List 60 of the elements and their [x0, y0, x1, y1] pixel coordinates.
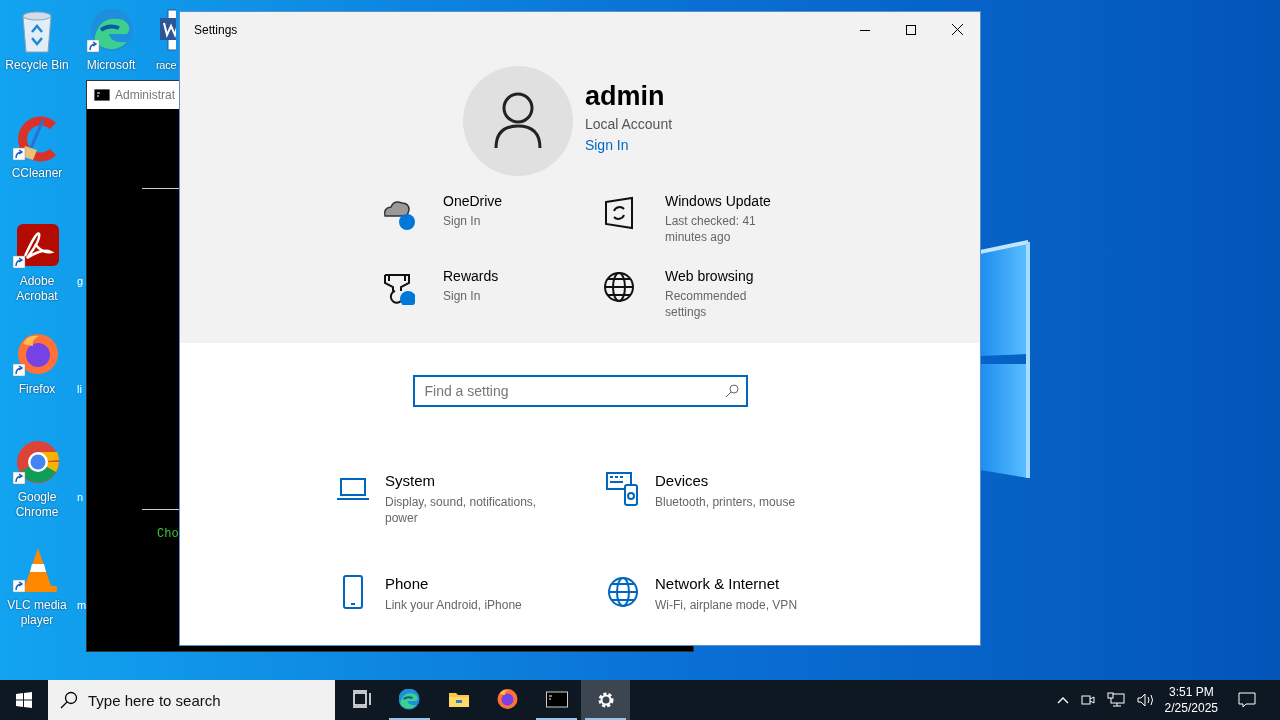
camera-icon[interactable] — [1080, 692, 1095, 708]
windows-logo-icon — [16, 692, 32, 708]
keyboard-speaker-icon — [605, 471, 641, 507]
search-icon — [60, 691, 78, 709]
tile-title[interactable]: Rewards — [443, 267, 561, 285]
tile-subtitle: Recommended settings — [665, 288, 748, 320]
window-title: Administrat — [115, 88, 176, 102]
search-field[interactable]: Find a setting — [412, 375, 748, 407]
clock-time[interactable]: 3:51 PM — [1168, 684, 1214, 700]
icon-label[interactable]: race — [156, 58, 177, 73]
tile-subtitle: Last checked: 41 minutes ago — [665, 213, 757, 245]
console-icon — [94, 89, 110, 101]
icon-label[interactable]: m — [77, 598, 87, 613]
tile-subtitle: Sign In — [443, 288, 482, 304]
window-title: Settings — [194, 22, 238, 37]
avatar-icon — [462, 66, 573, 176]
icon-label[interactable]: li — [77, 382, 87, 397]
speaker-icon[interactable] — [1136, 692, 1155, 708]
account-type: Local Account — [584, 115, 673, 134]
user-name: admin — [584, 80, 666, 112]
search-field[interactable]: Type here to search — [48, 680, 335, 720]
category-description: Display, sound, notifications, power — [385, 494, 538, 526]
notification-icon[interactable] — [1238, 692, 1256, 708]
search-icon — [724, 384, 739, 398]
category-description: Bluetooth, printers, mouse — [655, 494, 797, 510]
clock-date[interactable]: 2/25/2025 — [1164, 700, 1218, 716]
icon-label[interactable]: CCleaner — [11, 166, 63, 181]
taskbar-button[interactable] — [581, 680, 630, 720]
category-description: Link your Android, iPhone — [385, 597, 523, 613]
network-icon[interactable] — [1106, 692, 1125, 708]
tile-title[interactable]: OneDrive — [443, 192, 561, 210]
icon-label[interactable]: Google Chrome — [1, 490, 73, 520]
category-title[interactable]: Network & Internet — [655, 574, 830, 594]
close-icon — [951, 24, 963, 35]
tile-subtitle: Sign In — [443, 213, 482, 229]
app-icon[interactable] — [13, 438, 61, 486]
icon-label[interactable]: Recycle Bin — [5, 58, 69, 73]
app-icon[interactable] — [87, 6, 135, 54]
category-title[interactable]: System — [385, 471, 560, 491]
maximize-icon — [906, 24, 916, 35]
category-title[interactable]: Devices — [655, 471, 830, 491]
firefox-icon — [496, 689, 519, 711]
tile-title[interactable]: Web browsing — [665, 267, 783, 285]
icon-label[interactable]: VLC media player — [1, 598, 73, 628]
sign-in-link[interactable]: Sign In — [584, 134, 673, 156]
icon-label[interactable]: g — [77, 274, 87, 289]
category-description: Wi-Fi, airplane mode, VPN — [655, 597, 799, 613]
icon-label[interactable]: Microsoft — [86, 58, 136, 73]
tile-title[interactable]: Windows Update — [665, 192, 783, 210]
globe-icon — [601, 269, 637, 305]
icon-label[interactable]: Firefox — [18, 382, 56, 397]
console-icon — [545, 689, 568, 711]
category-title[interactable]: Phone — [385, 574, 560, 594]
app-icon[interactable] — [13, 222, 61, 270]
console-text: Cho — [157, 527, 179, 541]
chevron-up-icon[interactable] — [1056, 696, 1069, 704]
globe-icon — [605, 574, 641, 610]
icon-label[interactable]: n — [77, 490, 87, 505]
edge-icon — [398, 689, 421, 711]
icon-label[interactable]: Adobe Acrobat — [1, 274, 73, 304]
